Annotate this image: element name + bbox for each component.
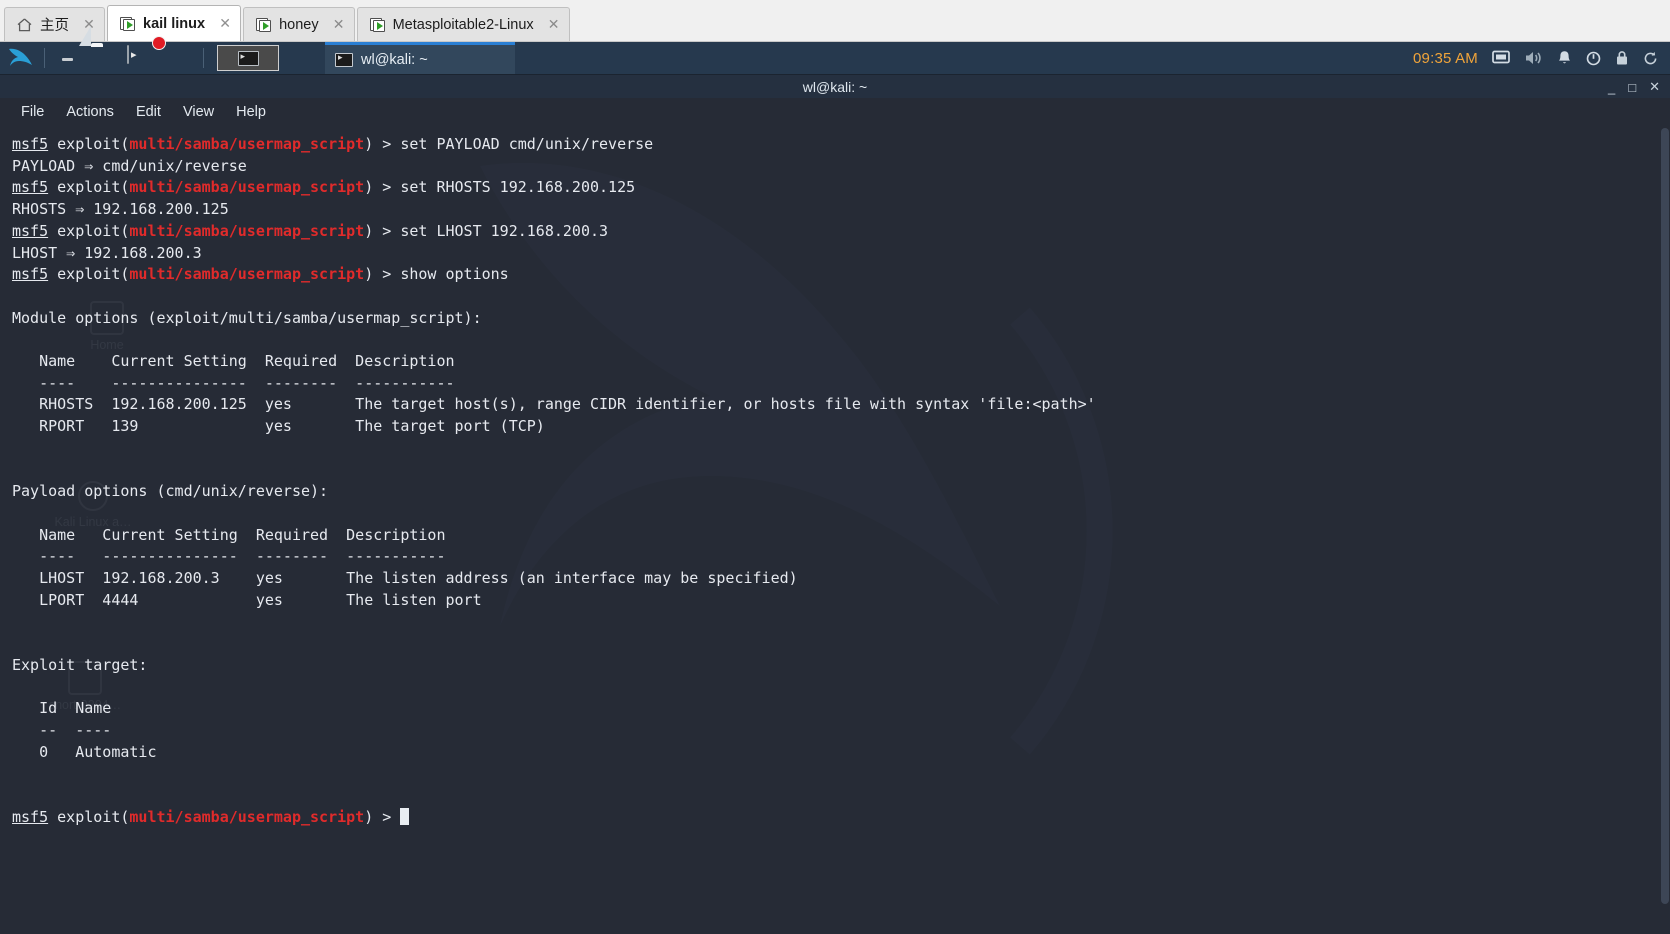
vm-icon — [255, 17, 272, 33]
vmware-tab-label: honey — [279, 16, 319, 33]
vmware-tab-kail-linux[interactable]: kail linux ✕ — [107, 5, 242, 41]
xfce-top-panel: wl@kali: ~ 09:35 AM — [0, 42, 1670, 74]
notification-bell-icon[interactable] — [1557, 50, 1572, 67]
launcher-files[interactable] — [91, 46, 121, 70]
menu-item-view[interactable]: View — [172, 98, 225, 126]
close-button[interactable]: ✕ — [1649, 79, 1660, 95]
vm-icon — [369, 17, 386, 33]
launcher-apps[interactable] — [55, 46, 85, 70]
lock-icon[interactable] — [1615, 50, 1629, 66]
panel-separator — [203, 48, 204, 68]
vmware-tab-label: 主页 — [40, 18, 69, 34]
terminal-title-text: wl@kali: ~ — [802, 78, 868, 95]
terminal-menu-bar: File Actions Edit View Help — [0, 98, 1670, 126]
vmware-tab-honey[interactable]: honey ✕ — [243, 7, 355, 41]
terminal-icon — [335, 52, 353, 67]
vm-icon — [119, 16, 136, 32]
close-icon[interactable]: ✕ — [332, 16, 346, 33]
panel-separator — [44, 48, 45, 68]
terminal-window: wl@kali: ~ _ □ ✕ File Actions Edit View … — [0, 74, 1670, 934]
menu-item-file[interactable]: File — [10, 98, 55, 126]
terminal-icon — [237, 50, 259, 66]
minimize-button[interactable]: _ — [1608, 80, 1615, 95]
menu-item-actions[interactable]: Actions — [55, 98, 125, 126]
volume-icon[interactable] — [1524, 50, 1543, 66]
terminal-title-bar[interactable]: wl@kali: ~ _ □ ✕ — [0, 74, 1670, 98]
display-icon[interactable] — [1492, 50, 1510, 66]
power-icon[interactable] — [1586, 51, 1601, 66]
restart-icon[interactable] — [1643, 51, 1658, 66]
terminal-icon — [127, 45, 129, 64]
menu-item-edit[interactable]: Edit — [125, 98, 172, 126]
vmware-tab-metasploitable2-linux[interactable]: Metasploitable2-Linux ✕ — [356, 7, 570, 41]
close-icon[interactable]: ✕ — [547, 16, 561, 33]
window-list-entry-terminal[interactable]: wl@kali: ~ — [325, 42, 515, 74]
window-controls: _ □ ✕ — [1608, 75, 1660, 99]
taskbar-active-window[interactable] — [217, 45, 279, 71]
vmware-tab-label: Metasploitable2-Linux — [392, 16, 534, 33]
vmware-tab-label: kail linux — [143, 15, 206, 32]
terminal-output: msf5 exploit(multi/samba/usermap_script)… — [12, 135, 1096, 826]
launcher-terminal[interactable] — [127, 45, 157, 70]
panel-clock[interactable]: 09:35 AM — [1413, 50, 1478, 67]
home-icon — [16, 17, 33, 33]
terminal-body[interactable]: Home Kali Linux a… snort-0204… msf5 expl… — [0, 126, 1670, 934]
kali-dragon-logo[interactable] — [3, 43, 37, 73]
vmware-tab-bar: 主页 ✕ kail linux ✕ honey ✕ Metasploitable… — [0, 0, 1670, 42]
launcher-screen-recorder[interactable] — [163, 46, 193, 70]
terminal-scrollbar[interactable] — [1660, 126, 1670, 934]
menu-item-help[interactable]: Help — [225, 98, 277, 126]
close-icon[interactable]: ✕ — [218, 15, 232, 32]
panel-tray: 09:35 AM — [1413, 50, 1670, 67]
window-list-entry-label: wl@kali: ~ — [361, 51, 428, 68]
scrollbar-thumb[interactable] — [1661, 128, 1669, 904]
maximize-button[interactable]: □ — [1628, 80, 1636, 95]
